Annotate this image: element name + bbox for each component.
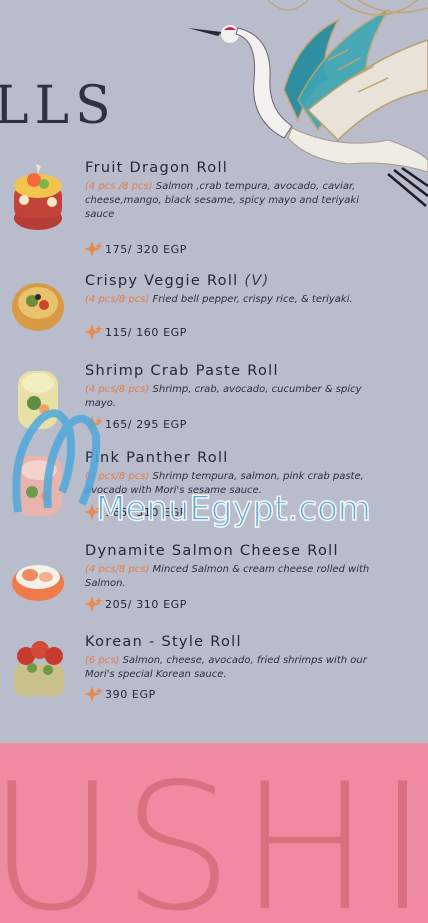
sushi-roll-image	[12, 283, 64, 331]
item-price: 205/ 310 EGP	[85, 595, 187, 613]
sushi-roll-image	[18, 371, 58, 429]
menu-item-fruit-dragon-roll: Fruit Dragon Roll (4 pcs /8 pcs) Salmon …	[8, 160, 423, 257]
sparkle-icon	[85, 241, 103, 257]
item-description: (4 pcs /8 pcs) Salmon ,crab tempura, avo…	[85, 181, 359, 220]
page-heading: LLS	[0, 76, 117, 136]
sparkle-icon	[85, 504, 103, 520]
sparkle-icon	[85, 596, 103, 612]
sushi-roll-image	[14, 641, 64, 696]
item-price: 115/ 160 EGP	[85, 323, 187, 341]
sparkle-icon	[85, 416, 103, 432]
menu-item-korean-style-roll: Korean - Style Roll (6 pcs) Salmon, chee…	[8, 634, 423, 714]
item-name: Shrimp Crab Paste Roll	[85, 363, 279, 379]
item-description: (4 pcs/8 pcs) Shrimp, crab, avocado, cuc…	[85, 384, 362, 409]
item-description: (6 pcs) Salmon, cheese, avocado, fried s…	[85, 655, 367, 680]
item-name: Fruit Dragon Roll	[85, 160, 229, 176]
menu-item-shrimp-crab-paste-roll: Shrimp Crab Paste Roll (4 pcs/8 pcs) Shr…	[8, 363, 423, 443]
item-description: (4 pcs/8 pcs) Fried bell pepper, crispy …	[85, 294, 353, 305]
menu-item-crispy-veggie-roll: Crispy Veggie Roll (V) (4 pcs/8 pcs) Fri…	[8, 273, 423, 353]
sushi-roll-image	[12, 565, 64, 601]
item-name: Dynamite Salmon Cheese Roll	[85, 543, 339, 559]
bottom-banner: USHI	[0, 743, 428, 923]
banner-text: USHI	[0, 747, 428, 923]
item-name: Korean - Style Roll	[85, 634, 242, 650]
sparkle-icon	[85, 324, 103, 340]
sushi-roll-image	[16, 456, 62, 516]
item-name: Crispy Veggie Roll (V)	[85, 273, 270, 289]
sparkle-icon	[85, 686, 103, 702]
item-name: Pink Panther Roll	[85, 450, 229, 466]
item-price: 390 EGP	[85, 685, 156, 703]
sushi-roll-image	[14, 164, 62, 230]
item-description: (4 pcs/8 pcs) Shrimp tempura, salmon, pi…	[85, 471, 364, 496]
item-price: 165/ 310 EGP	[85, 503, 187, 521]
item-description: (4 pcs/8 pcs) Minced Salmon & cream chee…	[85, 564, 370, 589]
menu-item-pink-panther-roll: Pink Panther Roll (4 pcs/8 pcs) Shrimp t…	[8, 450, 423, 530]
item-price: 175/ 320 EGP	[85, 240, 187, 258]
menu-item-dynamite-salmon-cheese-roll: Dynamite Salmon Cheese Roll (4 pcs/8 pcs…	[8, 543, 423, 623]
item-price: 165/ 295 EGP	[85, 415, 187, 433]
